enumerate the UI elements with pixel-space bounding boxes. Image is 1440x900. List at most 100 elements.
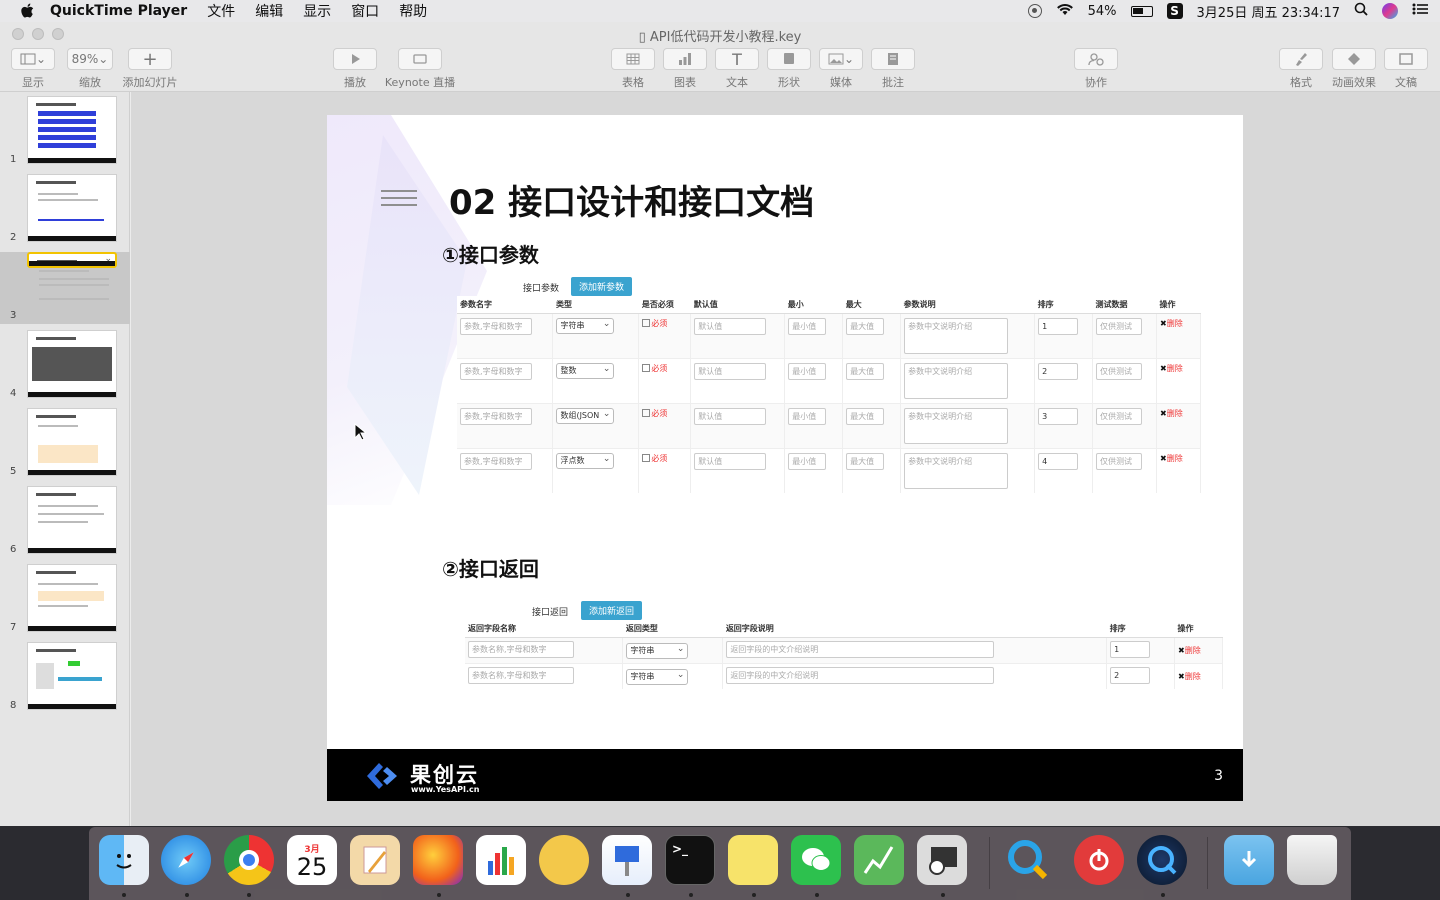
wechat-icon[interactable]	[791, 835, 841, 885]
trash-icon[interactable]	[1287, 835, 1337, 885]
keynote-live-tool[interactable]: Keynote 直播	[384, 48, 456, 90]
add-slide-tool[interactable]: + 添加幻灯片	[120, 48, 180, 90]
input-method-icon[interactable]: S	[1166, 3, 1183, 19]
required-checkbox[interactable]	[642, 364, 651, 372]
delete-button[interactable]: ✖删除	[1160, 409, 1183, 418]
table-tool[interactable]: 表格	[610, 48, 656, 90]
return-desc-input[interactable]: 返回字段的中文介绍说明	[726, 667, 995, 684]
zoom-select[interactable]: 89% ⌄	[67, 48, 113, 70]
screen-capture-icon[interactable]	[917, 835, 967, 885]
quicktime-icon[interactable]	[1137, 835, 1187, 885]
record-icon[interactable]	[1027, 4, 1042, 18]
wifi-icon[interactable]	[1056, 3, 1074, 20]
default-input[interactable]: 默认值	[694, 318, 767, 335]
battery-icon[interactable]	[1130, 5, 1153, 17]
chart-tool[interactable]: 图表	[662, 48, 708, 90]
slide-thumbnail-1[interactable]	[27, 96, 117, 164]
collaborate-tool[interactable]: 协作	[1073, 48, 1119, 90]
default-input[interactable]: 默认值	[694, 453, 767, 470]
param-name-input[interactable]: 参数,字母和数字	[460, 453, 532, 470]
add-slide-button[interactable]: +	[128, 48, 172, 70]
chrome-icon[interactable]	[224, 835, 274, 885]
max-input[interactable]: 最大值	[846, 363, 885, 380]
return-desc-input[interactable]: 返回字段的中文介绍说明	[726, 641, 995, 658]
keynote-live-button[interactable]	[398, 48, 442, 70]
comment-button[interactable]	[871, 48, 915, 70]
delete-button[interactable]: ✖删除	[1160, 454, 1183, 463]
return-name-input[interactable]: 参数名称,字母和数字	[468, 641, 574, 658]
param-desc-textarea[interactable]: 参数中文说明介绍	[904, 318, 1009, 354]
max-input[interactable]: 最大值	[846, 453, 885, 470]
zoom-tool[interactable]: 89% ⌄ 缩放	[66, 48, 114, 90]
param-desc-textarea[interactable]: 参数中文说明介绍	[904, 453, 1009, 489]
view-menu-button[interactable]: ⌄	[11, 48, 55, 70]
param-name-input[interactable]: 参数,字母和数字	[460, 363, 532, 380]
delete-button[interactable]: ✖删除	[1160, 364, 1183, 373]
control-center-icon[interactable]	[1412, 3, 1428, 19]
chart-app-icon[interactable]	[854, 835, 904, 885]
return-type-select[interactable]: 字符串	[626, 668, 689, 685]
shape-tool[interactable]: 形状	[766, 48, 812, 90]
calendar-icon[interactable]: 3月 25	[287, 835, 337, 885]
slide-thumbnail-5[interactable]	[27, 408, 117, 476]
animate-tool[interactable]: 动画效果	[1326, 48, 1382, 90]
order-input[interactable]: 1	[1038, 318, 1079, 335]
param-type-select[interactable]: 字符串	[556, 317, 615, 334]
slide-thumbnail-2[interactable]	[27, 174, 117, 242]
downloads-folder-icon[interactable]	[1224, 835, 1274, 885]
format-tool[interactable]: 格式	[1278, 48, 1324, 90]
min-input[interactable]: 最小值	[788, 408, 827, 425]
required-checkbox[interactable]	[642, 319, 651, 327]
min-input[interactable]: 最小值	[788, 318, 827, 335]
menu-edit[interactable]: 编辑	[255, 1, 283, 21]
shape-button[interactable]	[767, 48, 811, 70]
order-input[interactable]: 4	[1038, 453, 1079, 470]
max-input[interactable]: 最大值	[846, 408, 885, 425]
max-input[interactable]: 最大值	[846, 318, 885, 335]
test-data-input[interactable]: 仅供测试	[1096, 408, 1143, 425]
media-button[interactable]: ⌄	[819, 48, 863, 70]
param-desc-textarea[interactable]: 参数中文说明介绍	[904, 408, 1009, 444]
param-type-select[interactable]: 数组(JSON	[556, 407, 615, 424]
terminal-icon[interactable]: >_	[665, 835, 715, 885]
return-name-input[interactable]: 参数名称,字母和数字	[468, 667, 574, 684]
param-type-select[interactable]: 整数	[556, 362, 615, 379]
return-type-select[interactable]: 字符串	[626, 642, 689, 659]
slide-thumbnail-6[interactable]	[27, 486, 117, 554]
order-input[interactable]: 3	[1038, 408, 1079, 425]
slide-3[interactable]: 02 接口设计和接口文档 ①接口参数 接口参数 添加新参数 参数名字 类型 是否…	[327, 115, 1243, 801]
chart-button[interactable]	[663, 48, 707, 70]
test-data-input[interactable]: 仅供测试	[1096, 363, 1143, 380]
min-input[interactable]: 最小值	[788, 363, 827, 380]
slide-thumbnail-3[interactable]	[27, 252, 117, 300]
media-tool[interactable]: ⌄ 媒体	[818, 48, 864, 90]
add-return-button[interactable]: 添加新返回	[581, 601, 643, 620]
delete-button[interactable]: ✖删除	[1178, 646, 1201, 655]
comment-tool[interactable]: 批注	[870, 48, 916, 90]
param-name-input[interactable]: 参数,字母和数字	[460, 318, 532, 335]
slide-thumbnail-8[interactable]	[27, 642, 117, 710]
spotlight-icon[interactable]	[1354, 2, 1368, 20]
delete-button[interactable]: ✖删除	[1160, 319, 1183, 328]
finder-icon[interactable]	[99, 835, 149, 885]
order-input[interactable]: 1	[1110, 641, 1151, 658]
safari-icon[interactable]	[161, 835, 211, 885]
numbers-icon[interactable]	[476, 835, 526, 885]
order-input[interactable]: 2	[1038, 363, 1079, 380]
test-data-input[interactable]: 仅供测试	[1096, 318, 1143, 335]
param-type-select[interactable]: 浮点数	[556, 452, 615, 469]
firefox-icon[interactable]	[413, 835, 463, 885]
play-tool[interactable]: 播放	[332, 48, 378, 90]
default-input[interactable]: 默认值	[694, 408, 767, 425]
format-button[interactable]	[1279, 48, 1323, 70]
pages-icon[interactable]	[350, 835, 400, 885]
default-input[interactable]: 默认值	[694, 363, 767, 380]
keynote-icon[interactable]	[602, 835, 652, 885]
slide-thumbnail-4[interactable]	[27, 330, 117, 398]
param-desc-textarea[interactable]: 参数中文说明介绍	[904, 363, 1009, 399]
document-tool[interactable]: 文稿	[1383, 48, 1429, 90]
text-tool[interactable]: T 文本	[714, 48, 760, 90]
collaborate-button[interactable]	[1074, 48, 1118, 70]
menu-view[interactable]: 显示	[303, 1, 331, 21]
menu-window[interactable]: 窗口	[351, 1, 379, 21]
